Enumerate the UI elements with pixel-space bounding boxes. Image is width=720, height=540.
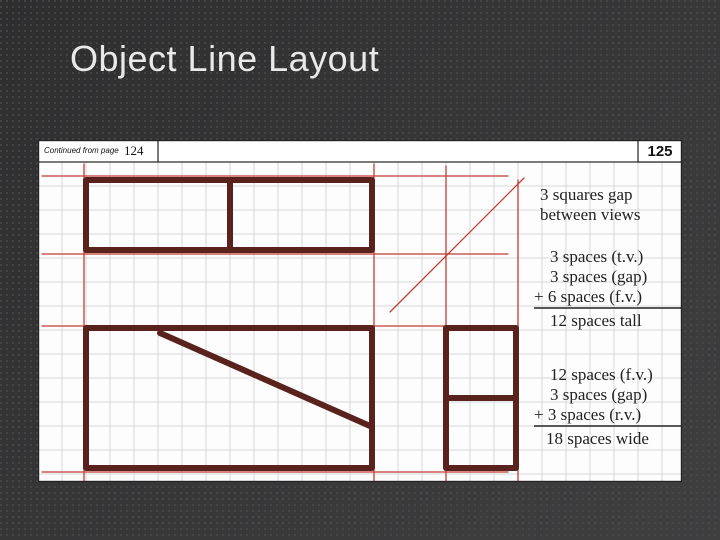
hcalc-2: 3 spaces (gap) [550, 267, 647, 286]
worksheet-page: Continued from page 124 125 3 squares ga… [38, 140, 682, 482]
page-number: 125 [647, 143, 672, 160]
gap-note-line2: between views [540, 205, 641, 224]
continued-value: 124 [124, 143, 144, 158]
hcalc-4: 12 spaces tall [550, 311, 642, 330]
page-title: Object Line Layout [70, 38, 379, 80]
wcalc-3: + 3 spaces (r.v.) [534, 405, 641, 424]
hcalc-1: 3 spaces (t.v.) [550, 247, 643, 266]
wcalc-2: 3 spaces (gap) [550, 385, 647, 404]
gap-note-line1: 3 squares gap [540, 185, 633, 204]
hcalc-3: + 6 spaces (f.v.) [534, 287, 642, 306]
continued-label: Continued from page [44, 146, 119, 155]
wcalc-4: 18 spaces wide [546, 429, 649, 448]
wcalc-1: 12 spaces (f.v.) [550, 365, 653, 384]
